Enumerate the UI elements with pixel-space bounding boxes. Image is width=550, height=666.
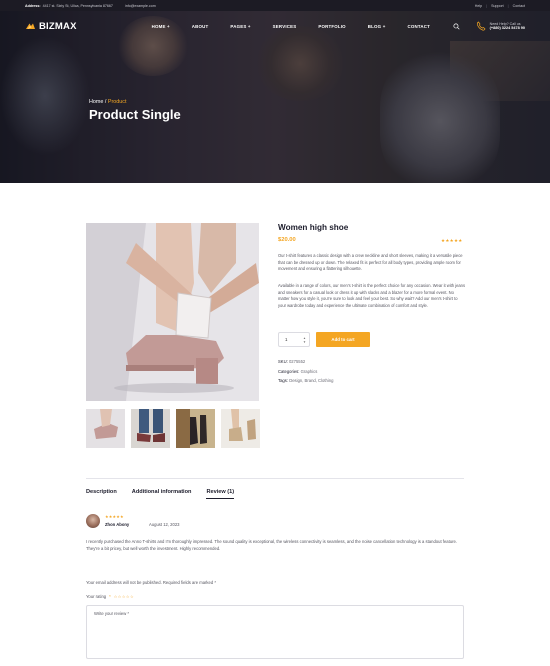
nav-blog[interactable]: BLOG +	[368, 24, 386, 29]
rating-label: Your rating	[86, 594, 107, 599]
tab-description[interactable]: Description	[86, 489, 117, 499]
nav-pages[interactable]: PAGES +	[230, 24, 250, 29]
stepper-arrows-icon[interactable]: ▲ ▼	[303, 336, 306, 344]
product-tabs: Description Additional information Revie…	[86, 489, 235, 499]
product-rating-stars: ★★★★★	[441, 238, 463, 243]
breadcrumb-home[interactable]: Home	[89, 99, 103, 105]
review-textarea[interactable]: Write your review *	[86, 605, 464, 659]
contact-phone[interactable]: Need Help? Call us (+880) 3224 5478 90	[476, 21, 525, 31]
quantity-value: 1	[285, 337, 288, 342]
search-icon[interactable]	[453, 22, 460, 30]
nav-menu: HOME + ABOUT PAGES + SERVICES PORTFOLIO …	[152, 24, 430, 29]
main-navigation: BIZMAX HOME + ABOUT PAGES + SERVICES POR…	[0, 11, 550, 41]
email-link[interactable]: info@example.com	[125, 4, 156, 8]
review-form-note: Your email address will not be published…	[86, 580, 216, 585]
address-info: Address: 4417 st. Sixty St, Ulica, Pennsy…	[25, 3, 113, 8]
nav-about[interactable]: ABOUT	[192, 24, 209, 29]
review-header	[86, 514, 100, 528]
page-title: Product Single	[89, 107, 181, 122]
phone-icon	[476, 21, 486, 31]
logo-icon	[26, 23, 35, 29]
breadcrumb-current: Product	[107, 99, 127, 105]
tag-links[interactable]: Design, Brand, Clothing	[289, 378, 333, 383]
product-categories: Categories: Graphics	[278, 369, 318, 374]
review-stars: ★★★★★	[105, 514, 124, 519]
product-thumbnails	[86, 409, 260, 448]
category-link[interactable]: Graphics	[301, 369, 318, 374]
product-main-image[interactable]	[86, 223, 259, 401]
quantity-stepper[interactable]: 1 ▲ ▼	[278, 332, 310, 347]
tab-additional-information[interactable]: Additional information	[132, 489, 192, 499]
contact-number: (+880) 3224 5478 90	[489, 26, 525, 30]
thumbnail-3[interactable]	[176, 409, 215, 448]
divider	[86, 478, 464, 479]
thumbnail-1[interactable]	[86, 409, 125, 448]
required-mark: *	[109, 594, 111, 599]
review-text: I recently purchased the Anno T-shirts a…	[86, 539, 457, 551]
breadcrumb: Home / Product	[89, 99, 126, 105]
nav-home[interactable]: HOME +	[152, 24, 170, 29]
site-logo[interactable]: BIZMAX	[25, 21, 77, 32]
contact-link[interactable]: Contact	[513, 4, 525, 8]
product-sku: SKU: 0275552	[278, 359, 306, 364]
top-bar: Address: 4417 st. Sixty St, Ulica, Pennsy…	[0, 0, 550, 11]
breadcrumb-separator: /	[104, 99, 107, 105]
nav-contact[interactable]: CONTACT	[407, 24, 430, 29]
thumbnail-2[interactable]	[131, 409, 170, 448]
product-description-2: Available in a range of colors, our men'…	[278, 283, 465, 308]
divider: |	[507, 3, 509, 8]
rating-stars-input[interactable]: ☆☆☆☆☆	[114, 594, 134, 599]
divider: |	[486, 3, 488, 8]
product-price: $20.00	[278, 237, 296, 243]
product-tags: Tags: Design, Brand, Clothing	[278, 378, 334, 383]
review-date: August 12, 2023	[149, 522, 180, 527]
product-name: Women high shoe	[278, 223, 349, 232]
thumbnail-4[interactable]	[221, 409, 260, 448]
add-to-cart-button[interactable]: Add to cart	[316, 332, 370, 347]
support-link[interactable]: Support	[491, 4, 504, 8]
help-link[interactable]: Help	[475, 4, 482, 8]
logo-text: BIZMAX	[39, 20, 77, 32]
tab-review[interactable]: Review (1)	[206, 489, 235, 499]
product-description-1: Our t-shirt features a classic design wi…	[278, 253, 463, 271]
review-author: Zhon Abony	[105, 522, 130, 527]
nav-services[interactable]: SERVICES	[273, 24, 297, 29]
nav-portfolio[interactable]: PORTFOLIO	[318, 24, 345, 29]
rating-selector: Your rating * ☆☆☆☆☆	[86, 594, 134, 599]
avatar	[86, 514, 100, 528]
